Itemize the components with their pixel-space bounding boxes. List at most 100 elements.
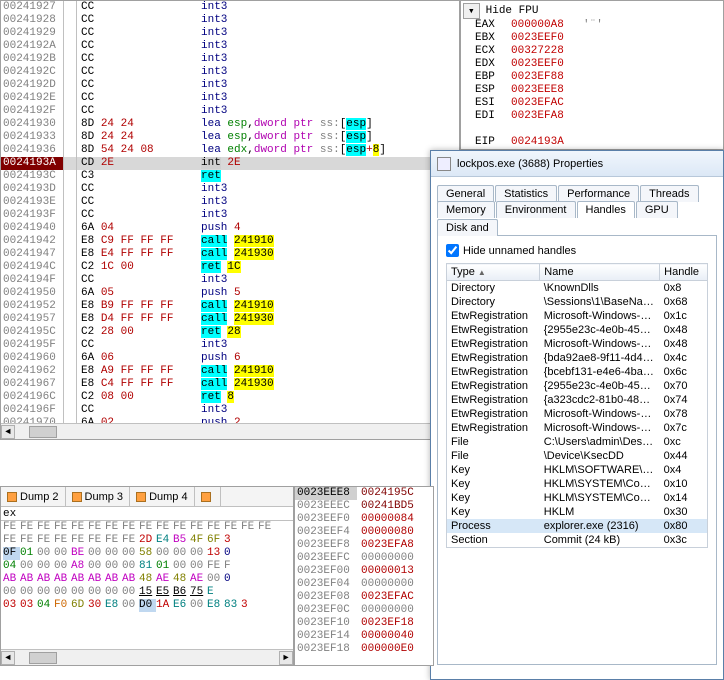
tab-disk-and[interactable]: Disk and: [437, 219, 498, 236]
disasm-row[interactable]: 00241967E8 C4 FF FF FFcall 241930: [1, 378, 459, 391]
dump-row[interactable]: 04000000A800000081010000FEF: [1, 560, 293, 573]
stack-row[interactable]: 0023EEE80024195C: [295, 487, 433, 500]
register-row[interactable]: ESP0023EEE8: [463, 84, 721, 97]
dump-row[interactable]: 030304F06D30E800D01AE600E8833: [1, 599, 293, 612]
disasm-row[interactable]: 00241942E8 C9 FF FF FFcall 241910: [1, 235, 459, 248]
table-row[interactable]: SectionCommit (24 kB)0x3c: [447, 533, 708, 548]
disasm-row[interactable]: 0024192ACCint3: [1, 40, 459, 53]
disasm-row[interactable]: 0024193FCCint3: [1, 209, 459, 222]
tab-performance[interactable]: Performance: [558, 185, 639, 202]
table-row[interactable]: EtwRegistration{2955e23c-4e0b-45ca...0x4…: [447, 323, 708, 337]
disasm-row[interactable]: 00241928CCint3: [1, 14, 459, 27]
dump-hscrollbar[interactable]: ◄ ►: [1, 649, 293, 665]
dump-row[interactable]: ABABABABABABABAB48AE48AE000: [1, 573, 293, 586]
disasm-row[interactable]: 00241929CCint3: [1, 27, 459, 40]
stack-row[interactable]: 0023EF0400000000: [295, 578, 433, 591]
disasm-row[interactable]: 0024194CC2 1C 00ret 1C: [1, 261, 459, 274]
register-row[interactable]: ESI0023EFAC: [463, 97, 721, 110]
disasm-row[interactable]: 002419406A 04push 4: [1, 222, 459, 235]
hide-fpu-label[interactable]: Hide FPU: [486, 5, 539, 17]
table-row[interactable]: Directory\KnownDlls0x8: [447, 281, 708, 296]
tab-handles[interactable]: Handles: [577, 201, 635, 218]
disasm-row[interactable]: 002419308D 24 24lea esp,dword ptr ss:[es…: [1, 118, 459, 131]
tab-threads[interactable]: Threads: [640, 185, 698, 202]
register-row[interactable]: EDX0023EEF0: [463, 58, 721, 71]
stack-row[interactable]: 0023EEFC00000000: [295, 552, 433, 565]
stack-row[interactable]: 0023EF1400000040: [295, 630, 433, 643]
stack-row[interactable]: 0023EEF80023EFA8: [295, 539, 433, 552]
table-row[interactable]: File\Device\KsecDD0x44: [447, 449, 708, 463]
disasm-row[interactable]: 00241957E8 D4 FF FF FFcall 241930: [1, 313, 459, 326]
dump-tab-more[interactable]: [195, 487, 221, 506]
disasm-row[interactable]: 00241927CCint3: [1, 1, 459, 14]
table-row[interactable]: EtwRegistrationMicrosoft-Windows-TS...0x…: [447, 309, 708, 323]
table-row[interactable]: EtwRegistration{2955e23c-4e0b-45ca...0x7…: [447, 379, 708, 393]
disasm-row[interactable]: 00241947E8 E4 FF FF FFcall 241930: [1, 248, 459, 261]
table-row[interactable]: Processexplorer.exe (2316)0x80: [447, 519, 708, 533]
hide-unnamed-input[interactable]: [446, 244, 459, 257]
scroll-left-arrow-icon[interactable]: ◄: [1, 651, 15, 665]
dump-tab[interactable]: Dump 3: [66, 487, 131, 506]
register-row[interactable]: EDI0023EFA8: [463, 110, 721, 123]
dump-pane[interactable]: Dump 2Dump 3Dump 4 ex FEFEFEFEFEFEFEFEFE…: [0, 486, 294, 666]
disasm-row[interactable]: 0024195CC2 28 00ret 28: [1, 326, 459, 339]
table-row[interactable]: EtwRegistration{bda92ae8-9f11-4d49...0x4…: [447, 351, 708, 365]
dump-tab[interactable]: Dump 2: [1, 487, 66, 506]
dialog-titlebar[interactable]: lockpos.exe (3688) Properties: [431, 151, 723, 177]
scroll-left-arrow-icon[interactable]: ◄: [1, 425, 15, 439]
dump-tab[interactable]: Dump 4: [130, 487, 195, 506]
tab-memory[interactable]: Memory: [437, 201, 495, 218]
disasm-row[interactable]: 0024193ACD 2Eint 2E: [1, 157, 459, 170]
register-row[interactable]: EBP0023EF88: [463, 71, 721, 84]
table-row[interactable]: KeyHKLM0x30: [447, 505, 708, 519]
table-row[interactable]: EtwRegistrationMicrosoft-Windows-Sh...0x…: [447, 337, 708, 351]
register-row[interactable]: EAX000000A8'¨': [463, 19, 721, 32]
register-row[interactable]: [463, 123, 721, 136]
register-row[interactable]: EIP0024193A: [463, 136, 721, 149]
dump-row[interactable]: FEFEFEFEFEFEFEFEFEFEFEFEFEFEFEFE: [1, 521, 293, 534]
register-row[interactable]: ECX00327228: [463, 45, 721, 58]
disasm-row[interactable]: 0024193ECCint3: [1, 196, 459, 209]
tab-statistics[interactable]: Statistics: [495, 185, 557, 202]
table-row[interactable]: FileC:\Users\admin\Desktop0xc: [447, 435, 708, 449]
disasm-row[interactable]: 002419506A 05push 5: [1, 287, 459, 300]
hide-unnamed-checkbox[interactable]: Hide unnamed handles: [446, 244, 708, 257]
table-row[interactable]: EtwRegistration{bcebf131-e4e6-4ba4...0x6…: [447, 365, 708, 379]
disasm-row[interactable]: 0024196CC2 08 00ret 8: [1, 391, 459, 404]
disasm-row[interactable]: 0024194FCCint3: [1, 274, 459, 287]
register-row[interactable]: EBX0023EEF0: [463, 32, 721, 45]
disasm-row[interactable]: 0024193DCCint3: [1, 183, 459, 196]
toggle-button[interactable]: ▾: [463, 3, 480, 19]
column-header[interactable]: Type▲: [447, 264, 540, 281]
column-header[interactable]: Name: [540, 264, 660, 281]
stack-row[interactable]: 0023EF100023EF18: [295, 617, 433, 630]
dump-row[interactable]: FEFEFEFEFEFEFEFE2DE4B54F6F3: [1, 534, 293, 547]
disasm-row[interactable]: 0024193CC3ret: [1, 170, 459, 183]
tab-gpu[interactable]: GPU: [636, 201, 678, 218]
stack-row[interactable]: 0023EEF000000084: [295, 513, 433, 526]
table-row[interactable]: KeyHKLM\SOFTWARE\Mic...0x4: [447, 463, 708, 477]
stack-row[interactable]: 0023EEEC00241BD5: [295, 500, 433, 513]
disasm-row[interactable]: 00241952E8 B9 FF FF FFcall 241910: [1, 300, 459, 313]
stack-pane[interactable]: 0023EEE80024195C0023EEEC00241BD50023EEF0…: [294, 486, 434, 666]
tab-general[interactable]: General: [437, 185, 494, 202]
disasm-row[interactable]: 0024192DCCint3: [1, 79, 459, 92]
properties-dialog[interactable]: lockpos.exe (3688) Properties GeneralSta…: [430, 150, 724, 680]
disasm-row[interactable]: 0024195FCCint3: [1, 339, 459, 352]
tab-environment[interactable]: Environment: [496, 201, 576, 218]
table-row[interactable]: EtwRegistrationMicrosoft-Windows-Sh...0x…: [447, 407, 708, 421]
disasm-row[interactable]: 002419606A 06push 6: [1, 352, 459, 365]
disasm-row[interactable]: 0024192ECCint3: [1, 92, 459, 105]
scroll-right-arrow-icon[interactable]: ►: [279, 651, 293, 665]
table-row[interactable]: KeyHKLM\SYSTEM\Control...0x10: [447, 477, 708, 491]
stack-row[interactable]: 0023EF0000000013: [295, 565, 433, 578]
disassembly-pane[interactable]: 00241927CCint300241928CCint300241929CCin…: [0, 0, 460, 440]
handles-table[interactable]: Type▲NameHandle Directory\KnownDlls0x8Di…: [446, 263, 708, 548]
scroll-thumb[interactable]: [29, 652, 57, 664]
table-row[interactable]: EtwRegistration{a323cdc2-81b0-48b2...0x7…: [447, 393, 708, 407]
stack-row[interactable]: 0023EF080023EFAC: [295, 591, 433, 604]
column-header[interactable]: Handle: [660, 264, 708, 281]
dump-row[interactable]: 0F010000BE00000058000000130: [1, 547, 293, 560]
dump-row[interactable]: 000000000000000015E5B675E: [1, 586, 293, 599]
table-row[interactable]: EtwRegistrationMicrosoft-Windows-Kn...0x…: [447, 421, 708, 435]
